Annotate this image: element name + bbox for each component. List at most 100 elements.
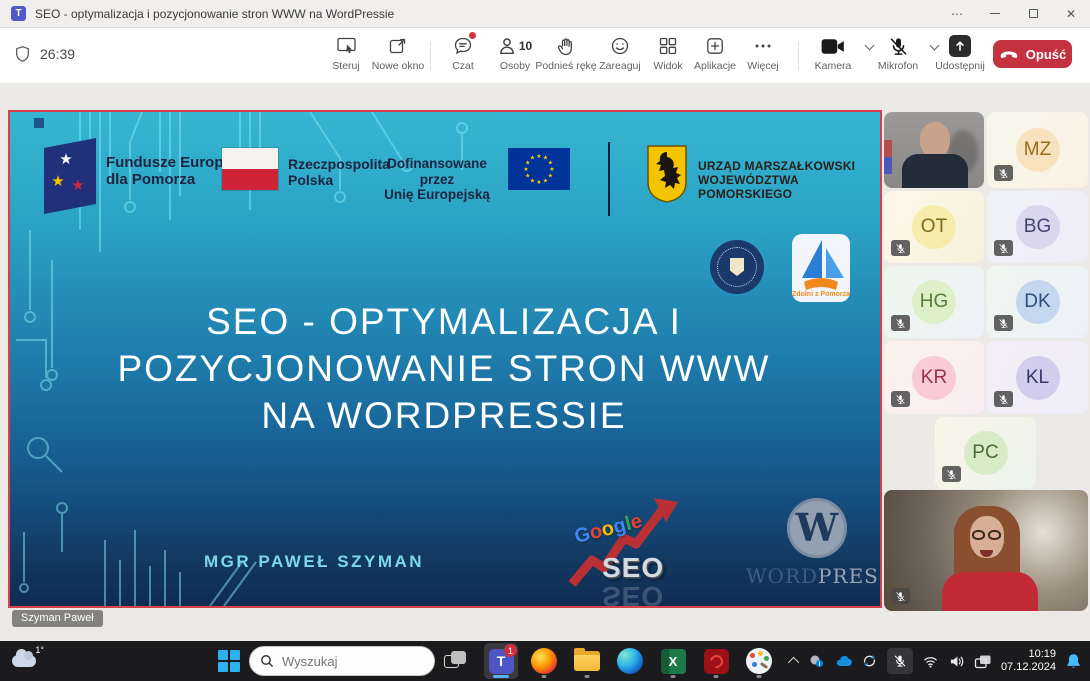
taskbar-edge-icon[interactable] (613, 643, 647, 679)
more-dots-icon (753, 34, 773, 58)
svg-text:★: ★ (536, 153, 541, 160)
windows-taskbar: 1° T 1 X (0, 641, 1090, 681)
participant-tile-ot[interactable]: OT (884, 191, 984, 263)
tray-windowing-icon[interactable] (974, 654, 992, 669)
eu-flag: ★★★ ★★★ ★★★ ★★★ (508, 148, 570, 190)
svg-text:★: ★ (548, 160, 553, 167)
clock-date: 07.12.2024 (1001, 661, 1056, 674)
svg-text:★: ★ (71, 177, 84, 194)
share-button[interactable]: Udostępnij (928, 34, 992, 78)
avatar: OT (912, 205, 956, 249)
maritime-university-logo (710, 240, 764, 294)
view-button[interactable]: Widok (641, 34, 695, 78)
camera-icon (821, 34, 845, 58)
tray-wifi-icon[interactable] (922, 654, 939, 669)
microphone-button[interactable]: Mikrofon (871, 34, 925, 78)
participant-video-tile-woman[interactable] (884, 490, 1088, 611)
window-close-button[interactable]: ✕ (1052, 0, 1090, 27)
window-minimize-button[interactable] (976, 0, 1014, 27)
participant-face (920, 122, 950, 158)
notification-bell-icon[interactable] (1065, 652, 1082, 670)
taskbar-clock[interactable]: 10:19 07.12.2024 (1001, 648, 1056, 674)
svg-text:★: ★ (548, 173, 553, 180)
tray-show-hidden-icons[interactable] (788, 657, 799, 668)
participant-tile-mz[interactable]: MZ (987, 112, 1088, 188)
taskbar-acrobat-icon[interactable] (699, 643, 733, 679)
search-icon (260, 654, 274, 668)
google-seo-graphic: Google SEO SEO (566, 492, 706, 602)
task-view-button[interactable] (444, 651, 466, 671)
chat-notification-dot (469, 32, 476, 39)
participant-tile-kr[interactable]: KR (884, 341, 984, 414)
window-maximize-button[interactable] (1014, 0, 1052, 27)
window-titlebar: T SEO - optymalizacja i pozycjonowanie s… (0, 0, 1090, 28)
meeting-toolbar: 26:39 Steruj Nowe okno Czat 10 Osoby (0, 28, 1090, 84)
avatar: DK (1016, 280, 1060, 324)
tray-muted-mic-icon[interactable] (887, 648, 913, 674)
participant-tile-hg[interactable]: HG (884, 266, 984, 338)
avatar: PC (964, 431, 1008, 475)
tray-sync-icon[interactable] (861, 653, 878, 669)
meeting-timer-value: 26:39 (40, 46, 75, 62)
camera-button[interactable]: Kamera (806, 34, 860, 78)
seo-reflection-text: SEO (602, 580, 664, 608)
slide-presenter-name: MGR PAWEŁ SZYMAN (204, 552, 424, 572)
toolbar-separator (430, 42, 431, 70)
participant-tile-bg[interactable]: BG (987, 191, 1088, 263)
participant-tile-pc[interactable]: PC (935, 417, 1036, 489)
hang-up-icon (999, 49, 1019, 59)
header-divider (608, 142, 610, 216)
taskbar-firefox-icon[interactable] (527, 643, 561, 679)
start-button[interactable] (218, 650, 240, 672)
weather-widget[interactable]: 1° (10, 645, 44, 677)
teams-notification-badge: 1 (504, 644, 517, 657)
taskbar-teams-icon[interactable]: T 1 (484, 643, 518, 679)
participant-video-tile[interactable] (884, 112, 984, 188)
shared-screen: ★ ★ ★ Fundusze Europejskiedla Pomorza Rz… (8, 110, 882, 608)
muted-mic-icon (891, 391, 910, 407)
window-more-button[interactable]: ⋯ (938, 0, 976, 27)
apps-button[interactable]: Aplikacje (688, 34, 742, 78)
svg-text:★: ★ (51, 173, 64, 190)
raise-hand-icon (556, 34, 576, 58)
eu-funds-pomorze-logo: ★ ★ ★ (36, 138, 98, 216)
muted-mic-icon (994, 165, 1013, 181)
svg-text:★: ★ (549, 166, 554, 173)
presenter-name-tag: Szyman Paweł (12, 610, 103, 627)
react-button[interactable]: Zareaguj (592, 34, 648, 78)
muted-mic-icon (994, 391, 1013, 407)
control-button[interactable]: Steruj (319, 34, 373, 78)
teams-app-icon: T (11, 6, 26, 21)
muted-mic-icon (994, 240, 1013, 256)
tray-volume-icon[interactable] (948, 654, 965, 669)
pomorskie-coat-of-arms (646, 144, 688, 204)
chat-icon (453, 34, 473, 58)
taskbar-excel-icon[interactable]: X (656, 643, 690, 679)
weather-cloud-icon (12, 655, 36, 667)
control-screen-icon (336, 34, 357, 58)
shield-icon (14, 45, 31, 63)
people-count: 10 (519, 39, 532, 53)
taskbar-file-explorer-icon[interactable] (570, 643, 604, 679)
participant-tile-dk[interactable]: DK (987, 266, 1088, 338)
leave-button[interactable]: Opuść (993, 40, 1072, 68)
tray-security-icon[interactable] (808, 653, 825, 669)
poland-flag (222, 148, 278, 190)
more-button[interactable]: Więcej (736, 34, 790, 78)
poland-label: RzeczpospolitaPolska (288, 156, 390, 188)
clock-time: 10:19 (1001, 648, 1056, 661)
raise-hand-button[interactable]: Podnieś rękę (534, 34, 598, 78)
svg-text:★: ★ (530, 155, 535, 162)
taskbar-search[interactable] (249, 646, 435, 676)
new-window-button[interactable]: Nowe okno (371, 34, 425, 78)
chat-button[interactable]: Czat (436, 34, 490, 78)
svg-text:★: ★ (543, 177, 548, 184)
tray-onedrive-icon[interactable] (834, 654, 852, 668)
cofunded-label: Dofinansowane przezUnię Europejską (378, 156, 496, 203)
search-input[interactable] (282, 654, 412, 669)
participant-tile-kl[interactable]: KL (987, 341, 1088, 414)
avatar: KL (1016, 356, 1060, 400)
meeting-timer: 26:39 (14, 45, 75, 63)
svg-text:★: ★ (59, 151, 72, 168)
taskbar-paint-icon[interactable] (742, 643, 776, 679)
